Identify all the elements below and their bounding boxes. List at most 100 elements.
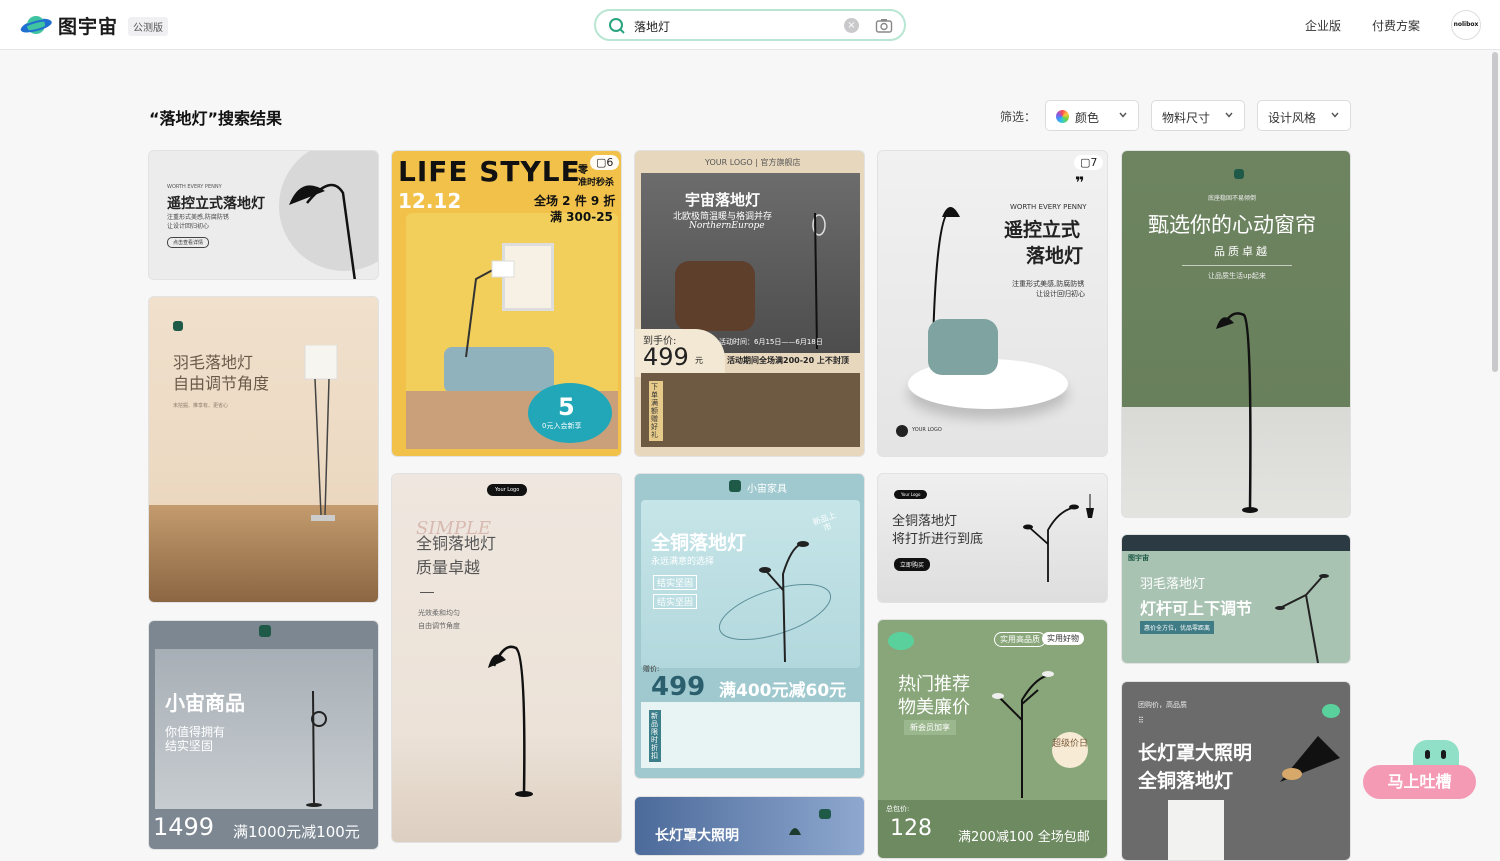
template-card[interactable]: 羽毛落地灯 自由调节角度 未挖掘、推享有、更省心 — [148, 296, 379, 603]
card-subtitle: 自由调节角度 — [418, 622, 460, 630]
template-card[interactable]: 团购价，高品质 ⠿ 长灯罩大照明 全铜落地灯 — [1121, 681, 1351, 861]
product-strip — [641, 702, 860, 768]
card-title: 宇宙落地灯 — [685, 191, 761, 209]
price-unit: 元 — [695, 356, 703, 365]
store-name: YOUR LOGO | 官方旗舰店 — [705, 158, 801, 167]
card-title: 遥控立式落地灯 — [167, 196, 265, 212]
brand-mark-icon — [819, 809, 831, 819]
template-card[interactable]: 小宙商品 你值得拥有 结实坚固 1499 满1000元减100元 — [148, 620, 379, 850]
card-small-text: WORTH EVERY PENNY — [167, 184, 222, 190]
filter-color-dropdown[interactable]: 颜色 — [1045, 100, 1139, 131]
brand-name: 小宙家具 — [747, 484, 787, 495]
template-card[interactable]: 长灯罩大照明 — [634, 796, 865, 856]
member-tag: 新会员加享 — [904, 720, 956, 735]
side-label: 新品限时折扣 — [649, 710, 661, 762]
promo-text: 活动时间：6月15日——6月18日 — [719, 338, 823, 346]
tab: 实用高品质 — [994, 632, 1046, 647]
page-scrollbar[interactable] — [1492, 52, 1498, 372]
card-title: 灯杆可上下调节 — [1140, 599, 1253, 618]
top-bar — [1122, 535, 1350, 551]
filter-style-dropdown[interactable]: 设计风格 — [1257, 100, 1351, 131]
promo-text: 全场 2 件 9 折 — [534, 194, 616, 208]
logo-pill: Your Logo — [487, 484, 528, 496]
price: 128 — [890, 816, 932, 841]
feedback-button[interactable]: 马上吐槽 — [1363, 740, 1476, 800]
lamp-shade-icon — [1280, 736, 1340, 782]
template-card[interactable]: 图宇宙 羽毛落地灯 灯杆可上下调节 惠价全方位，优品零距离 — [1121, 534, 1351, 664]
side-label: 下单满额赠好礼 — [649, 381, 663, 441]
card-small-text: 让品质生活up起来 — [1208, 272, 1266, 280]
card-title: 甄选你的心动窗帘 — [1148, 213, 1316, 237]
card-subtitle: 结实坚固 — [165, 739, 214, 753]
armchair — [928, 319, 998, 375]
brand-mark-icon — [1234, 169, 1244, 179]
card-subtitle: 光效柔和均匀 — [418, 609, 460, 617]
date-text: 12.12 — [398, 189, 462, 213]
floor-lamp-icon — [304, 345, 338, 521]
promo-text: 准时秒杀 — [578, 178, 615, 188]
product-strip — [641, 373, 860, 447]
filter-size-dropdown[interactable]: 物料尺寸 — [1151, 100, 1245, 131]
lamp-shade — [1168, 800, 1224, 860]
card-title: 长灯罩大照明 — [655, 828, 739, 844]
card-title: 长灯罩大照明 — [1138, 742, 1253, 764]
price-label: 总包价: — [886, 805, 910, 813]
offer-text: 满1000元减100元 — [233, 823, 360, 841]
template-card[interactable]: ▢7 ❞ WORTH EVERY PENNY 遥控立式 落地灯 注重形式美感,防… — [877, 150, 1108, 457]
tag: 结实坚固 — [653, 575, 698, 590]
brand-mark-icon — [259, 625, 271, 637]
card-small-text: 团购价，高品质 — [1138, 701, 1187, 709]
floor-lamp-icon — [992, 671, 1054, 798]
card-subtitle: 永远满意的选择 — [651, 557, 715, 567]
floor-lamp-icon — [718, 541, 832, 663]
template-card[interactable]: Your Logo 全铜落地灯 将打折进行到底 立即购买 — [877, 473, 1108, 603]
price: 499 — [643, 343, 689, 371]
template-card[interactable]: 底座稳固不易倾倒 甄选你的心动窗帘 品质卓越 让品质生活up起来 — [1121, 150, 1351, 518]
clear-search-icon[interactable]: × — [844, 18, 859, 33]
chevron-down-icon — [1225, 112, 1233, 118]
chevron-down-icon — [1119, 112, 1127, 118]
avatar[interactable]: nolibox — [1451, 10, 1481, 40]
filter-color-label: 颜色 — [1075, 111, 1100, 125]
card-title: LIFE STYLE — [398, 155, 581, 188]
template-card[interactable]: 实用高品质 实用好物 热门推荐 物美廉价 新会员加享 超级价日 总包价: 128… — [877, 619, 1108, 859]
template-card[interactable]: WORTH EVERY PENNY 遥控立式落地灯 注重形式美感,防腐防锈 让设… — [148, 150, 379, 280]
nav-pricing[interactable]: 付费方案 — [1372, 17, 1420, 34]
template-card[interactable]: Your Logo SIMPLE 全铜落地灯 质量卓越 光效柔和均匀 自由调节角… — [391, 473, 622, 843]
floor-lamp-icon — [465, 260, 515, 358]
template-card[interactable]: 小宙家具 全铜落地灯 永远满意的选择 结实坚固 结实坚固 新品上市 赠价: 49… — [634, 473, 865, 779]
card-subtitle: 让设计回归初心 — [1036, 290, 1085, 298]
floor-lamp-icon — [1275, 574, 1329, 663]
beta-badge: 公测版 — [128, 17, 168, 36]
tab: 实用好物 — [1042, 632, 1084, 645]
filter-label: 筛选： — [1000, 110, 1037, 124]
floor-lamp-icon — [306, 690, 327, 807]
card-title: 质量卓越 — [416, 558, 481, 577]
card-title: 落地灯 — [1026, 245, 1084, 267]
logo-mark-icon — [896, 425, 908, 437]
template-card[interactable]: LIFE STYLE 12.12 零 准时秒杀 全场 2 件 9 折 满 300… — [391, 150, 622, 457]
nav-enterprise[interactable]: 企业版 — [1305, 17, 1341, 34]
search-box[interactable]: 落地灯 × — [594, 9, 906, 41]
card-title: 自由调节角度 — [173, 374, 270, 393]
coupon-text: 0元入会新享 — [542, 422, 582, 430]
camera-search-icon[interactable] — [875, 17, 893, 35]
card-small-text: 底座稳固不易倾倒 — [1208, 195, 1257, 202]
promo-text: 活动期间全场满200-20 上不封顶 — [727, 356, 849, 365]
detail-button: 点击查看详情 — [167, 237, 210, 248]
page-count-badge: ▢6 — [590, 155, 620, 170]
card-title: 将打折进行到底 — [892, 532, 984, 547]
brand-mark-icon — [729, 480, 741, 492]
planet-logo-icon[interactable] — [20, 13, 52, 37]
template-card[interactable]: YOUR LOGO | 官方旗舰店 宇宙落地灯 北欧极简温暖与格调并存 Nort… — [634, 150, 865, 457]
logo-text: YOUR LOGO — [912, 427, 942, 433]
page-count-badge: ▢7 — [1074, 155, 1104, 170]
card-subtitle: 让设计回归初心 — [167, 223, 210, 230]
card-subtitle: 未挖掘、推享有、更省心 — [173, 403, 229, 409]
feedback-label: 马上吐槽 — [1363, 765, 1476, 799]
brand-name[interactable]: 图宇宙 — [58, 12, 118, 39]
price: 499 — [651, 672, 706, 702]
search-input[interactable]: 落地灯 — [634, 18, 670, 35]
card-subtitle: 品质卓越 — [1214, 245, 1270, 258]
card-subtitle-en: NorthernEurope — [689, 221, 765, 231]
